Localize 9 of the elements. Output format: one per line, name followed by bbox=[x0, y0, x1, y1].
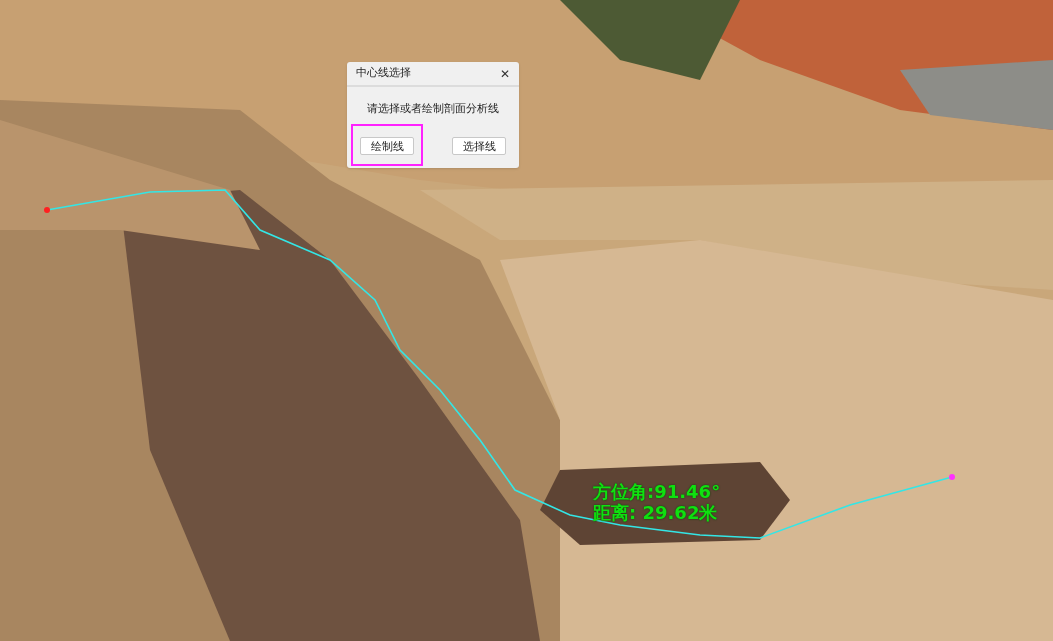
dialog-title: 中心线选择 bbox=[356, 65, 411, 82]
dialog-button[interactable]: 绘制线 bbox=[360, 137, 414, 155]
end-point-marker bbox=[949, 474, 955, 480]
distance-text: 距离: 29.62米 bbox=[593, 502, 719, 523]
dialog-button[interactable]: 选择线 bbox=[452, 137, 506, 155]
prompt-text: 请选择或者绘制剖面分析线 bbox=[366, 101, 500, 117]
start-point-marker bbox=[44, 207, 50, 213]
close-button[interactable]: ✕ bbox=[499, 67, 510, 80]
azimuth-text: 方位角:91.46° bbox=[593, 481, 721, 502]
